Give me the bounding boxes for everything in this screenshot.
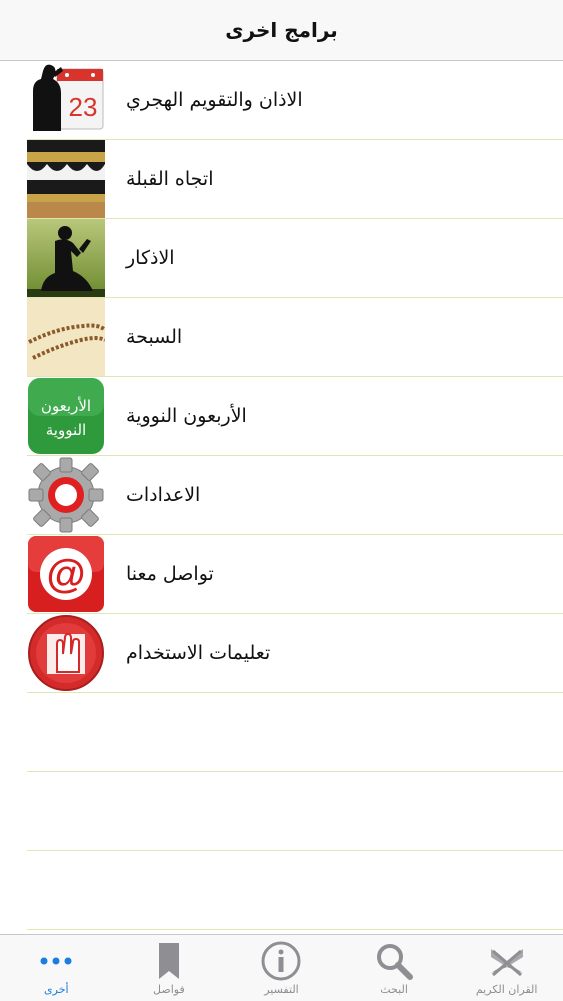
page-title: برامج اخرى (225, 18, 338, 42)
list-item-label: الأربعون النووية (126, 405, 247, 427)
tab-label: فواصل (153, 983, 185, 996)
list-item-contact-us[interactable]: @ تواصل معنا (27, 535, 563, 614)
list-item-label: تعليمات الاستخدام (126, 642, 271, 664)
tab-label: أخرى (44, 983, 69, 996)
svg-text:@: @ (46, 552, 85, 596)
empty-row (27, 851, 563, 930)
list-item-qibla[interactable]: اتجاه القبلة (27, 140, 563, 219)
calendar-number: 23 (69, 92, 98, 122)
tab-search[interactable]: البحث (338, 935, 451, 1001)
list-item-adhkar[interactable]: الاذكار (27, 219, 563, 298)
more-dots-icon (34, 941, 78, 981)
apps-list: 23 الاذان والتقويم الهجري اتجاه القبلة ا… (0, 61, 563, 930)
empty-row (27, 772, 563, 851)
kaaba-icon (27, 140, 105, 218)
list-item-label: الاذان والتقويم الهجري (126, 89, 303, 111)
tab-label: القران الكريم (475, 983, 538, 996)
svg-text:النووية: النووية (46, 421, 86, 439)
list-item-label: اتجاه القبلة (126, 168, 214, 190)
tab-tafsir[interactable]: التفسير (225, 935, 338, 1001)
list-item-forty-hadith[interactable]: الأربعون النووية الأربعون النووية (27, 377, 563, 456)
adhan-calendar-icon: 23 (27, 61, 105, 139)
list-item-label: تواصل معنا (126, 563, 214, 585)
tab-quran[interactable]: القران الكريم (450, 935, 563, 1001)
search-icon (372, 941, 416, 981)
list-item-label: الاذكار (126, 247, 175, 269)
list-item-subha[interactable]: السبحة (27, 298, 563, 377)
tab-more[interactable]: أخرى (0, 935, 113, 1001)
quran-book-icon (485, 941, 529, 981)
tab-bookmarks[interactable]: فواصل (113, 935, 226, 1001)
list-item-settings[interactable]: الاعدادات (27, 456, 563, 535)
list-item-label: الاعدادات (126, 484, 201, 506)
list-item-label: السبحة (126, 326, 183, 348)
settings-gear-icon (27, 456, 105, 534)
empty-row (27, 693, 563, 772)
tab-label: التفسير (264, 983, 299, 996)
info-icon (259, 941, 303, 981)
praying-man-icon (27, 219, 105, 297)
prayer-beads-icon (27, 298, 105, 376)
hand-book-icon (27, 614, 105, 692)
svg-text:الأربعون: الأربعون (41, 396, 91, 415)
list-item-adhan-calendar[interactable]: 23 الاذان والتقويم الهجري (27, 61, 563, 140)
forty-hadith-icon: الأربعون النووية (27, 377, 105, 455)
at-sign-icon: @ (27, 535, 105, 613)
tab-bar: أخرى فواصل التفسير البحث القران الكريم (0, 934, 563, 1001)
navigation-bar: برامج اخرى (0, 0, 563, 61)
bookmark-icon (147, 941, 191, 981)
list-item-instructions[interactable]: تعليمات الاستخدام (27, 614, 563, 693)
tab-label: البحث (380, 983, 408, 996)
